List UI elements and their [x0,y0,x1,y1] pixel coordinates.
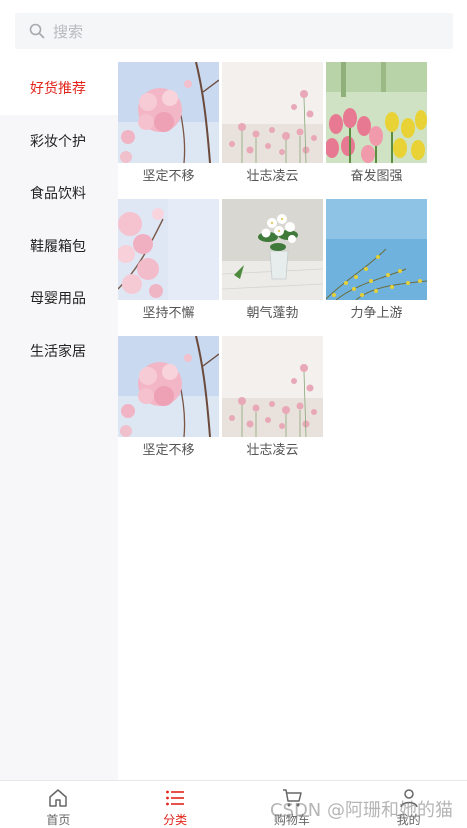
sidebar-item-label: 好货推荐 [30,81,86,98]
user-icon [399,789,418,808]
yellow-forsythia-blue-sky-image [326,199,427,300]
product-card[interactable]: 朝气蓬勃 [222,199,323,336]
tab-label: 我的 [396,813,421,827]
sidebar-item-label: 生活家居 [30,343,86,360]
product-name: 壮志凌云 [246,443,299,458]
tab-cart[interactable]: 购物车 [234,781,351,828]
product-card[interactable]: 坚定不移 [118,336,219,473]
sidebar-item-shoes-bags[interactable]: 鞋履箱包 [0,220,118,273]
cherry-blossom-sky-image [118,199,219,300]
white-flowers-vase-image [222,199,323,300]
tab-label: 分类 [163,813,188,827]
product-card[interactable]: 力争上游 [326,199,427,336]
tab-label: 首页 [46,813,71,827]
product-grid: 坚定不移 壮志凌云 奋发图强 坚持不懈 朝气蓬勃 力争上游 坚定不移 壮志凌云 [118,62,467,473]
tab-category[interactable]: 分类 [117,781,234,828]
product-panel: 坚定不移 壮志凌云 奋发图强 坚持不懈 朝气蓬勃 力争上游 坚定不移 壮志凌云 [118,62,467,780]
product-card[interactable]: 坚定不移 [118,62,219,199]
pink-cosmos-field-image [222,336,323,437]
pink-cherry-blossom-image [118,336,219,437]
product-name: 坚持不懈 [142,306,195,321]
product-name: 力争上游 [350,306,403,321]
product-card[interactable]: 壮志凌云 [222,62,323,199]
product-card[interactable]: 奋发图强 [326,62,427,199]
product-name: 坚定不移 [142,443,195,458]
sidebar-item-recommended[interactable]: 好货推荐 [0,62,118,115]
tab-home[interactable]: 首页 [0,781,117,828]
cart-icon [282,789,302,807]
search-placeholder: 搜索 [53,22,84,41]
product-card[interactable]: 壮志凌云 [222,336,323,473]
search-input[interactable]: 搜索 [15,13,453,49]
tulip-field-image [326,62,427,163]
tab-label: 购物车 [273,813,310,827]
sidebar-item-label: 鞋履箱包 [30,238,86,255]
product-name: 坚定不移 [142,169,195,184]
sidebar-item-label: 彩妆个护 [30,133,86,150]
product-card[interactable]: 坚持不懈 [118,199,219,336]
sidebar-item-label: 食品饮料 [30,186,86,203]
category-sidebar: 好货推荐 彩妆个护 食品饮料 鞋履箱包 母婴用品 生活家居 [0,62,118,780]
sidebar-item-home[interactable]: 生活家居 [0,325,118,378]
sidebar-item-label: 母婴用品 [30,291,86,308]
pink-cosmos-field-image [222,62,323,163]
bottom-tab-bar: 首页 分类 购物车 我的 [0,780,467,828]
search-bar: 搜索 [0,0,467,62]
home-icon [49,789,68,807]
product-name: 奋发图强 [350,169,403,184]
tab-profile[interactable]: 我的 [350,781,467,828]
product-name: 朝气蓬勃 [246,306,299,321]
sidebar-item-baby[interactable]: 母婴用品 [0,272,118,325]
sidebar-item-cosmetics[interactable]: 彩妆个护 [0,115,118,168]
sidebar-item-food[interactable]: 食品饮料 [0,167,118,220]
search-icon [29,23,45,39]
pink-cherry-blossom-image [118,62,219,163]
product-name: 壮志凌云 [246,169,299,184]
list-icon [166,790,185,806]
